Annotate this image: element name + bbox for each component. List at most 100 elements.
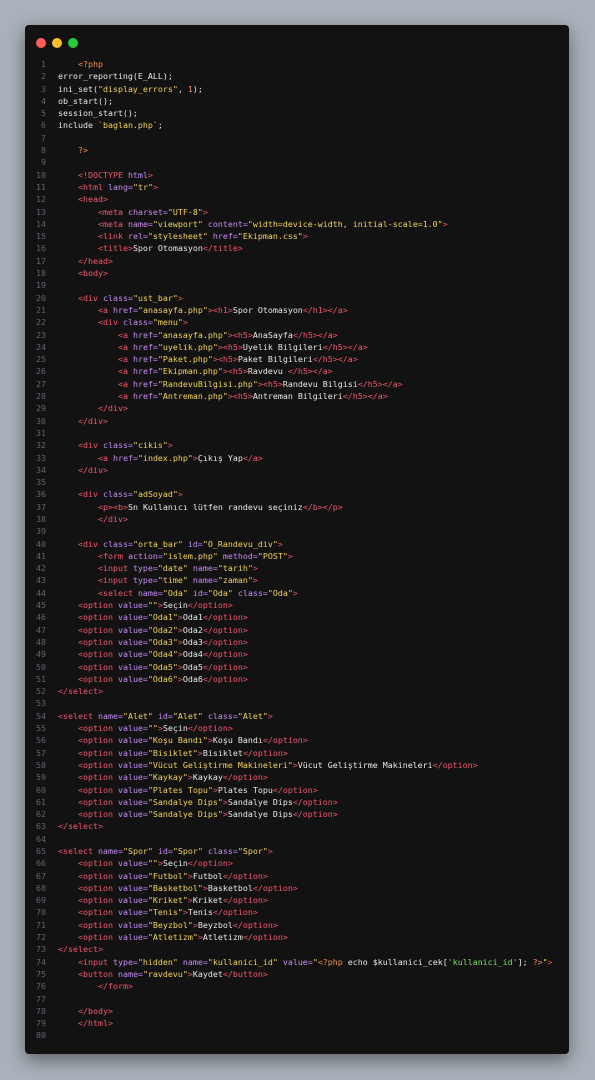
code-token: <?php [317,956,343,967]
code-token: Bisiklet [202,747,243,758]
code-token: "date" [157,563,193,574]
code-token: "Oda" [267,587,293,598]
code-token: "Alet" [237,710,268,721]
code-token: Tenis [187,907,213,918]
code-token: </option> [222,870,268,881]
code-token: <div [77,489,103,500]
code-token: Ravdevu [247,366,288,377]
code-text: <div class="cikis"> [58,439,173,451]
code-token: </select> [58,821,103,832]
code-text: <option value="Kaykay">Kaykay</option> [58,771,268,783]
code-text: <option value="">Seçin</option> [58,857,233,869]
line-number: 56 [36,735,46,746]
code-token: </option> [202,673,248,684]
code-token: "Paket.php" [157,354,213,365]
line-number: 42 [36,563,46,574]
code-token: Oda1 [182,612,203,623]
code-token: Plates Topu [217,784,273,795]
code-token: > [152,181,158,192]
code-token: </h5></a> [357,378,403,389]
code-token: </h5></a> [322,341,368,352]
code-line: 75 <button name="ravdevu">Kaydet</button… [25,968,569,980]
code-token: <option [77,636,118,647]
line-number: 30 [36,415,46,426]
code-token: <input [77,956,113,967]
code-token: </option> [222,772,268,783]
code-text: <head> [58,193,108,205]
code-token: ><h5> [212,354,238,365]
code-text: <title>Spor Otomasyon</title> [58,242,243,254]
code-token: </div> [97,403,128,414]
line-number: 16 [36,243,46,254]
code-token: <a [97,304,113,315]
code-token: "Sandalye Dips" [147,809,223,820]
line-number: 25 [36,354,46,365]
line-number: 65 [36,846,46,856]
code-token: type= [112,956,138,967]
code-token: href= [132,378,158,389]
code-text: <p><b>Sn Kullanıcı lütfen randevu seçini… [58,501,343,513]
code-token: include [58,120,98,131]
code-text: <option value="">Seçin</option> [58,722,233,734]
code-token: </option> [242,932,288,943]
line-number: 44 [36,587,46,598]
code-token: "Tenis" [147,907,183,918]
code-line: 46 <option value="Oda1">Oda1</option> [25,611,569,623]
code-token: </select> [58,944,103,955]
code-token: </select> [58,686,103,697]
minimize-window-button[interactable] [52,38,62,48]
code-token: class= [102,292,133,303]
code-token: ><h5> [257,378,283,389]
maximize-window-button[interactable] [68,38,78,48]
code-text: <option value="Vücut Geliştirme Makinele… [58,759,478,771]
code-line: 27 <a href="RandevuBilgisi.php"><h5>Rand… [25,378,569,390]
code-token: <option [77,612,118,623]
code-token: <option [77,772,118,783]
code-token: "Oda2" [147,624,178,635]
code-token: Randevu Bilgisi [282,378,358,389]
code-token: 'kullanici_id' [447,956,518,967]
line-number: 69 [36,895,46,906]
close-window-button[interactable] [36,38,46,48]
line-number: 12 [36,194,46,205]
code-text: <option value="Oda6">Oda6</option> [58,673,248,685]
code-token: <div [77,440,103,451]
code-token: "Basketbol" [147,882,203,893]
code-line: 32 <div class="cikis"> [25,439,569,451]
code-text: </body> [58,1005,113,1017]
code-token: <form [97,550,128,561]
line-number: 21 [36,304,46,315]
code-token: Sandalye Dips [227,809,293,820]
code-token: </h5></a> [292,329,338,340]
line-number: 62 [36,809,46,820]
code-line: 37 <p><b>Sn Kullanıcı lütfen randevu seç… [25,501,569,513]
code-line: 43 <input type="time" name="zaman"> [25,574,569,586]
code-token: ini_set( [58,83,98,94]
line-number: 5 [41,108,46,119]
code-token: "Ekipman.css" [237,231,303,242]
code-token: error_reporting(E_ALL); [58,71,173,82]
line-number: 18 [36,268,46,279]
line-number: 45 [36,600,46,611]
code-token: </title> [202,243,243,254]
code-line: 55 <option value="">Seçin</option> [25,722,569,734]
code-line: 33 <a href="index.php">Çıkış Yap</a> [25,452,569,464]
code-token: class= [102,538,133,549]
code-token: "Spor" [237,846,268,856]
code-text: <option value="Koşu Bandı">Koşu Bandı</o… [58,734,308,746]
line-number: 9 [41,157,46,168]
